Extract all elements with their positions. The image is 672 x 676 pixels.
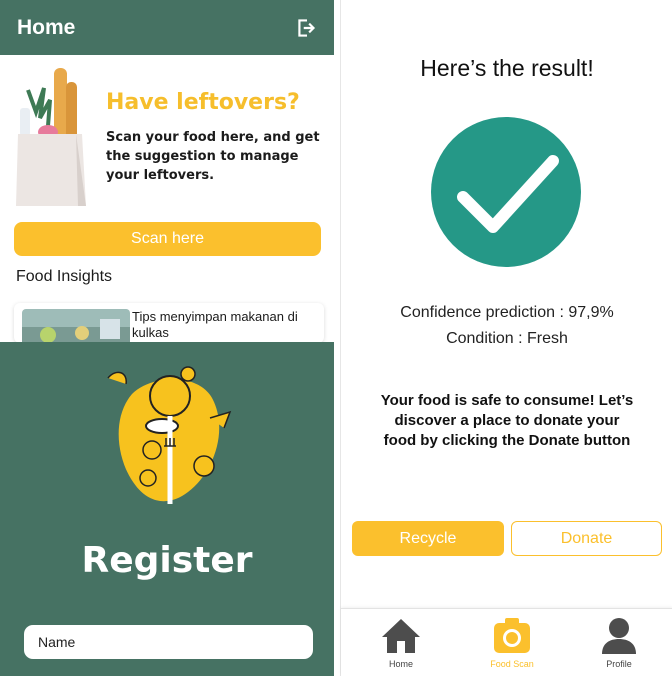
register-title: Register xyxy=(81,540,253,581)
nav-label-food-scan: Food Scan xyxy=(490,659,534,669)
register-screen: Register xyxy=(0,342,334,676)
bottom-navigation: Home Food Scan Profile xyxy=(341,608,672,676)
hero-description: Scan your food here, and get the suggest… xyxy=(106,130,320,183)
hero-heading: Have leftovers? xyxy=(106,90,300,115)
food-blob-illustration xyxy=(107,366,232,504)
logout-icon[interactable] xyxy=(294,15,320,41)
recycle-button[interactable]: Recycle xyxy=(352,521,504,556)
result-screen: Here’s the result! Confidence prediction… xyxy=(340,0,672,676)
insight-card-title: Tips menyimpan makanan di kulkas xyxy=(132,309,298,340)
check-icon xyxy=(431,117,581,267)
donate-button[interactable]: Donate xyxy=(511,521,662,556)
page-title: Home xyxy=(17,15,76,39)
result-title: Here’s the result! xyxy=(420,55,594,81)
food-insights-heading: Food Insights xyxy=(16,268,113,285)
condition-label: Condition : Fresh xyxy=(446,330,568,347)
home-screen: Home Have leftovers? Scan your food here… xyxy=(0,0,334,342)
nav-item-food-scan[interactable]: Food Scan xyxy=(472,617,552,675)
nav-item-profile[interactable]: Profile xyxy=(579,617,659,675)
profile-icon xyxy=(602,618,636,654)
scan-here-button[interactable]: Scan here xyxy=(14,222,321,256)
insight-card[interactable]: Tips menyimpan makanan di kulkas xyxy=(14,303,324,342)
camera-icon xyxy=(494,618,530,653)
home-icon xyxy=(382,619,420,653)
result-message: Your food is safe to consume! Let’s disc… xyxy=(380,392,634,449)
nav-label-home: Home xyxy=(388,659,413,669)
home-header: Home xyxy=(0,0,334,55)
insight-thumbnail xyxy=(22,309,130,342)
nav-item-home[interactable]: Home xyxy=(361,617,441,675)
grocery-bag-illustration xyxy=(16,68,86,206)
nav-label-profile: Profile xyxy=(606,659,632,669)
name-input[interactable] xyxy=(24,625,313,659)
hero-banner: Have leftovers? Scan your food here, and… xyxy=(14,60,324,220)
confidence-prediction: Confidence prediction : 97,9% xyxy=(400,304,614,321)
